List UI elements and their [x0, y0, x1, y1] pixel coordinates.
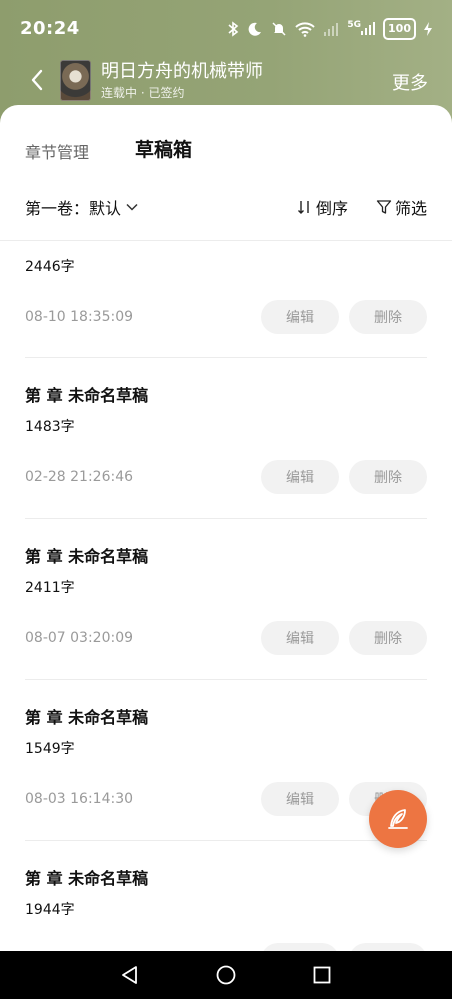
back-button[interactable] [26, 66, 50, 94]
word-count: 2446字 [25, 259, 75, 275]
status-time: 20:24 [20, 18, 80, 39]
mute-bell-icon [271, 20, 287, 38]
edit-button[interactable]: 编辑 [261, 943, 339, 951]
divider [25, 840, 427, 841]
delete-button[interactable]: 删除 [349, 621, 427, 655]
saved-time: 02-28 21:26:46 [25, 469, 134, 485]
nav-home-button[interactable] [215, 964, 237, 990]
edit-button[interactable]: 编辑 [261, 782, 339, 816]
filter-button[interactable]: 筛选 [376, 195, 427, 219]
square-recents-icon [313, 966, 331, 984]
word-count: 1549字 [25, 741, 75, 757]
divider [25, 357, 427, 358]
divider [25, 518, 427, 519]
new-draft-fab[interactable] [369, 790, 427, 848]
charging-icon [424, 20, 432, 38]
book-status: 连载中 · 已签约 [101, 86, 185, 100]
volume-label: 第一卷：默认 [25, 199, 122, 218]
draft-title: 第 章 未命名草稿 [25, 869, 149, 888]
moon-icon [247, 20, 263, 38]
filter-row: 第一卷：默认 倒序 筛选 [25, 195, 427, 219]
tab-chapter-management[interactable]: 章节管理 [25, 139, 89, 163]
delete-button[interactable]: 删除 [349, 460, 427, 494]
volume-selector[interactable]: 第一卷：默认 [25, 195, 139, 219]
feather-pen-icon [388, 809, 408, 829]
book-title: 明日方舟的机械带师 [101, 61, 263, 82]
signal-icon-1 [323, 20, 339, 38]
network-type: 5G [347, 20, 362, 30]
saved-time: 08-07 03:20:09 [25, 630, 134, 646]
draft-title: 第 章 未命名草稿 [25, 708, 149, 727]
nav-back-button[interactable] [119, 964, 141, 990]
delete-button[interactable]: 删除 [349, 943, 427, 951]
draft-title: 第 章 未命名草稿 [25, 386, 149, 405]
triangle-back-icon [122, 966, 137, 984]
filter-label: 筛选 [394, 199, 427, 218]
book-header: 明日方舟的机械带师 连载中 · 已签约 更多 [0, 56, 452, 106]
delete-button[interactable]: 删除 [349, 300, 427, 334]
word-count: 1944字 [25, 902, 75, 918]
status-icons: 5G 100 [227, 18, 432, 40]
sort-order-button[interactable]: 倒序 [297, 195, 348, 219]
status-bar: 20:24 5G 100 [0, 0, 452, 58]
chevron-down-icon [126, 203, 138, 211]
signal-5g-icon: 5G [347, 20, 376, 38]
filter-funnel-icon [376, 200, 392, 214]
edit-button[interactable]: 编辑 [261, 460, 339, 494]
sort-order-label: 倒序 [316, 199, 349, 218]
tab-drafts[interactable]: 草稿箱 [135, 135, 192, 162]
sort-icon [298, 201, 309, 214]
chevron-left-icon [31, 69, 43, 91]
divider [25, 679, 427, 680]
saved-time: 08-03 16:14:30 [25, 791, 134, 807]
nav-recents-button[interactable] [313, 966, 331, 988]
edit-button[interactable]: 编辑 [261, 300, 339, 334]
word-count: 2411字 [25, 580, 75, 596]
draft-title: 第 章 未命名草稿 [25, 547, 149, 566]
saved-time: 08-10 18:35:09 [25, 309, 134, 325]
system-nav-bar [0, 951, 452, 999]
battery-level: 100 [388, 22, 411, 35]
more-button[interactable]: 更多 [392, 69, 428, 95]
battery-icon: 100 [383, 18, 416, 40]
circle-home-icon [216, 965, 236, 985]
word-count: 1483字 [25, 419, 75, 435]
book-cover [60, 60, 91, 101]
wifi-icon [295, 20, 316, 38]
edit-button[interactable]: 编辑 [261, 621, 339, 655]
bluetooth-icon [227, 20, 239, 38]
